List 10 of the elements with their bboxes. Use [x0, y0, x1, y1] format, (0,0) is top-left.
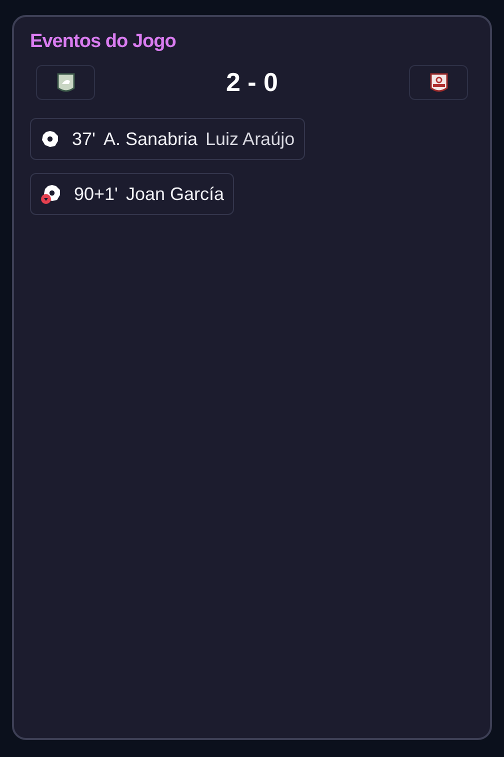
event-minute: 90+1'	[74, 182, 118, 206]
assist-name: Luiz Araújo	[206, 128, 295, 151]
own-goal-icon	[40, 183, 62, 205]
panel-title: Eventos do Jogo	[30, 30, 177, 54]
shield-icon	[428, 72, 448, 94]
shield-icon	[56, 72, 74, 94]
scorer-name: Joan García	[126, 182, 224, 206]
scorer-name: A. Sanabria	[103, 128, 198, 150]
event-minute: 37'	[72, 128, 96, 150]
match-score: 2 - 0	[226, 66, 278, 99]
